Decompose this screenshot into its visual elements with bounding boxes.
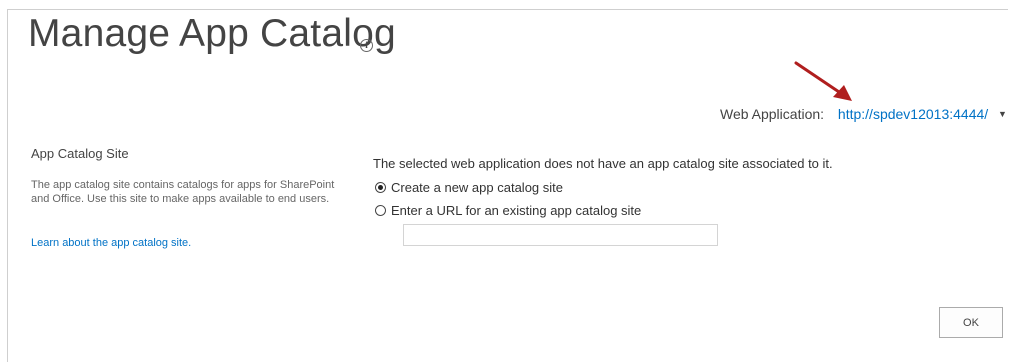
ok-button[interactable]: OK — [939, 307, 1003, 338]
info-icon[interactable]: i — [360, 39, 373, 52]
radio-option-label: Enter a URL for an existing app catalog … — [391, 203, 642, 218]
web-application-label: Web Application: — [720, 106, 825, 122]
page-title: Manage App Catalog — [28, 12, 396, 55]
radio-button-checked[interactable] — [375, 182, 386, 193]
radio-option-create-new[interactable]: Create a new app catalog site — [375, 180, 563, 195]
radio-option-label: Create a new app catalog site — [391, 180, 563, 195]
caret-down-icon[interactable]: ▼ — [998, 109, 1007, 119]
status-message: The selected web application does not ha… — [373, 156, 833, 171]
section-description: The app catalog site contains catalogs f… — [31, 179, 335, 205]
radio-button-unchecked[interactable] — [375, 205, 386, 216]
app-catalog-url-input[interactable] — [403, 224, 718, 246]
web-application-selector: Web Application: http://spdev12013:4444/… — [720, 106, 1007, 122]
learn-more-link[interactable]: Learn about the app catalog site. — [31, 237, 191, 249]
web-application-link[interactable]: http://spdev12013:4444/ — [838, 106, 988, 122]
radio-option-existing-url[interactable]: Enter a URL for an existing app catalog … — [375, 203, 641, 218]
section-heading: App Catalog Site — [31, 146, 129, 161]
annotation-arrow-icon — [794, 61, 852, 101]
